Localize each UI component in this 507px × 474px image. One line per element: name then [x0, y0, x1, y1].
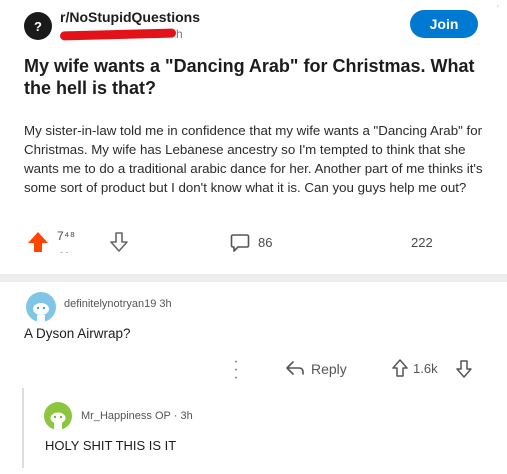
- reply-text: HOLY SHIT THIS IS IT: [45, 438, 177, 453]
- join-button[interactable]: Join: [410, 10, 478, 38]
- reply-arrow-icon[interactable]: [285, 360, 305, 376]
- share-count[interactable]: 222: [411, 235, 433, 250]
- reply-avatar[interactable]: [44, 402, 72, 430]
- post-title[interactable]: My wife wants a "Dancing Arab" for Chris…: [24, 55, 484, 99]
- snoo-avatar-icon: [50, 412, 66, 430]
- more-dots-icon[interactable]: · · ·: [232, 354, 240, 386]
- snoo-avatar-icon: [33, 303, 49, 322]
- reply-button[interactable]: Reply: [311, 361, 347, 377]
- comment-count[interactable]: 86: [258, 235, 272, 250]
- comment-text: A Dyson Airwrap?: [24, 326, 131, 341]
- comment-upvote-icon[interactable]: [392, 359, 408, 377]
- downvote-arrow-icon[interactable]: [110, 232, 128, 252]
- comment-downvote-icon[interactable]: [456, 360, 472, 378]
- vote-count-smudge: - -: [60, 247, 69, 257]
- section-divider: [0, 274, 507, 282]
- comment-age: 3h: [159, 298, 172, 310]
- subreddit-name[interactable]: r/NoStupidQuestions: [60, 9, 200, 25]
- comment-bubble-icon[interactable]: [230, 233, 250, 253]
- thread-line[interactable]: [22, 388, 24, 468]
- reply-meta[interactable]: Mr_Happiness OP · 3h: [81, 410, 193, 422]
- comment-username[interactable]: definitelynotryan19: [64, 298, 156, 310]
- upvote-arrow-icon[interactable]: [27, 231, 49, 253]
- post-body: My sister-in-law told me in confidence t…: [24, 123, 483, 195]
- op-badge: OP: [154, 410, 171, 422]
- comment-meta[interactable]: definitelynotryan19 3h: [64, 298, 172, 310]
- comment-score: 1.6k: [413, 361, 438, 376]
- meta-separator: ·: [173, 410, 178, 422]
- scan-edge-mark: ′: [497, 4, 499, 15]
- subreddit-avatar-glyph: ?: [34, 18, 42, 34]
- subreddit-avatar-icon[interactable]: ?: [24, 12, 52, 40]
- post-age-fragment: h: [176, 27, 183, 41]
- reply-age: 3h: [180, 410, 193, 422]
- commenter-avatar[interactable]: [26, 292, 56, 322]
- reply-username[interactable]: Mr_Happiness: [81, 410, 152, 422]
- vote-count: 7⁴⁸: [57, 229, 76, 243]
- redaction-mark: [59, 28, 177, 41]
